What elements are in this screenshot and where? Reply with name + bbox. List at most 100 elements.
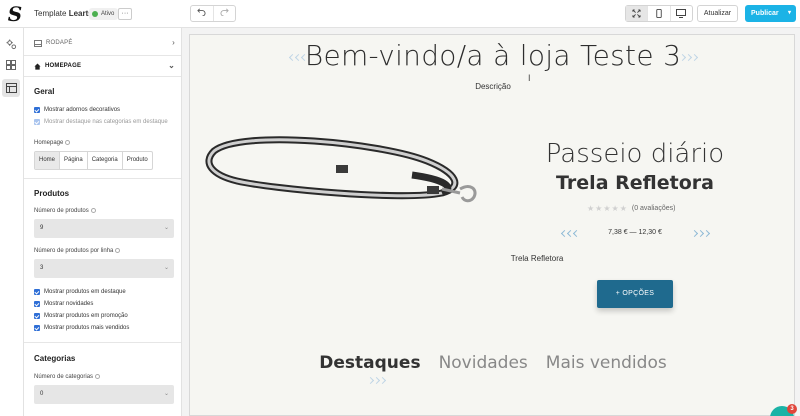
- publish-button[interactable]: Publicar ▾: [745, 5, 796, 22]
- update-button[interactable]: Atualizar: [697, 5, 738, 22]
- home-icon: [34, 62, 41, 70]
- chevron-down-icon[interactable]: ▾: [788, 5, 791, 22]
- more-options-button[interactable]: ···: [118, 8, 132, 20]
- product-count-label-text: Número de produtos: [34, 208, 89, 215]
- star-icon: ★: [587, 204, 595, 213]
- checkbox-checked-icon[interactable]: [34, 119, 40, 125]
- product-description-row: Trela Refletora: [190, 254, 794, 263]
- category-count-label: Número de categorias: [34, 374, 101, 381]
- hero-title[interactable]: Bem-vindo/a à loja Teste 3: [190, 39, 794, 72]
- category-count-select[interactable]: 0 ⌄: [34, 385, 174, 404]
- star-icon: ★: [595, 204, 603, 213]
- product-price: 7,38 € — 12,30 €: [608, 229, 662, 236]
- checkbox-promo-products[interactable]: Mostrar produtos em promoção: [34, 311, 128, 321]
- product-count-label: Número de produtos: [34, 208, 96, 214]
- device-switcher: [625, 5, 693, 22]
- segment-produto[interactable]: Produto: [121, 152, 152, 169]
- fullscreen-icon[interactable]: [626, 6, 648, 21]
- product-image[interactable]: [202, 131, 492, 221]
- history-controls: [190, 5, 236, 22]
- product-options-button[interactable]: + OPÇÕES: [597, 280, 673, 308]
- app-logo[interactable]: S: [4, 3, 26, 25]
- info-icon[interactable]: [90, 208, 96, 213]
- checkbox-decorative-adornments[interactable]: Mostrar adornos decorativos: [34, 105, 120, 115]
- hero-description[interactable]: Descrição: [190, 82, 794, 91]
- homepage-label-text: Homepage: [34, 140, 64, 147]
- checkbox-checked-icon[interactable]: [34, 107, 40, 113]
- product-category[interactable]: Passeio diário: [520, 138, 750, 170]
- chevron-down-icon: ⌄: [163, 265, 169, 271]
- divider: [24, 178, 181, 179]
- product-rating: ★ ★ ★ ★ ★ (0 avaliações): [587, 204, 675, 213]
- publish-label: Publicar: [751, 10, 779, 17]
- decorative-chevrons-icon: [366, 376, 387, 385]
- store-preview: Bem-vindo/a à loja Teste 3 I Descrição P…: [189, 34, 795, 416]
- layout-icon[interactable]: [2, 56, 20, 74]
- section-title-categorias: Categorias: [34, 354, 76, 363]
- product-count-select[interactable]: 9 ⌄: [34, 219, 174, 238]
- divider: [24, 76, 181, 77]
- checkbox-checked-icon[interactable]: [34, 289, 40, 295]
- segment-categoria[interactable]: Categoria: [86, 152, 122, 169]
- checkbox-checked-icon[interactable]: [34, 325, 40, 331]
- footer-icon: [34, 39, 42, 47]
- checkbox-checked-icon[interactable]: [34, 313, 40, 319]
- homepage-section-header[interactable]: Homepage ⌄: [24, 56, 181, 76]
- tab-destaques[interactable]: Destaques: [319, 353, 420, 373]
- segment-home[interactable]: Home: [35, 152, 60, 169]
- top-bar: S Template Learts Ativo ··· Atualizar Pu…: [0, 0, 800, 28]
- chevron-down-icon: ⌄: [163, 391, 169, 397]
- mobile-icon[interactable]: [647, 6, 669, 21]
- checkbox-label: Mostrar novidades: [44, 301, 94, 307]
- products-per-line-value: 3: [40, 265, 44, 271]
- section-title-geral: Geral: [34, 87, 55, 96]
- homepage-field-label: Homepage: [34, 140, 71, 147]
- info-icon[interactable]: [65, 140, 71, 145]
- redo-icon[interactable]: [212, 6, 236, 21]
- checkbox-new-products[interactable]: Mostrar novidades: [34, 299, 93, 309]
- section-title-produtos: Produtos: [34, 189, 70, 198]
- template-title: Template Learts: [34, 9, 93, 18]
- checkbox-featured-categories[interactable]: Mostrar destaque nas categorias em desta…: [34, 117, 168, 127]
- checkbox-featured-products[interactable]: Mostrar produtos em destaque: [34, 287, 126, 297]
- settings-sidebar: Rodapé › Homepage ⌄ Geral Mostrar adorno…: [24, 28, 182, 416]
- homepage-section-label: Homepage: [45, 63, 82, 69]
- homepage-segmented-control: Home Página Categoria Produto: [34, 151, 153, 170]
- sections-icon[interactable]: [2, 79, 20, 97]
- checkbox-label: Mostrar produtos mais vendidos: [44, 325, 130, 331]
- template-prefix: Template: [34, 9, 67, 18]
- review-count[interactable]: (0 avaliações): [632, 205, 676, 212]
- chevron-down-icon: ⌄: [168, 61, 175, 70]
- products-per-line-label: Número de produtos por linha: [34, 248, 121, 255]
- category-count-label-text: Número de categorias: [34, 374, 94, 381]
- info-icon[interactable]: [115, 248, 121, 253]
- products-per-line-label-text: Número de produtos por linha: [34, 248, 114, 255]
- checkbox-label: Mostrar destaque nas categorias em desta…: [44, 119, 168, 125]
- icon-rail: [0, 28, 24, 416]
- notification-badge: 3: [787, 404, 797, 414]
- tab-mais-vendidos[interactable]: Mais vendidos: [546, 353, 667, 373]
- footer-section-header[interactable]: Rodapé ›: [24, 33, 181, 53]
- product-description: Trela Refletora: [510, 254, 564, 263]
- products-per-line-select[interactable]: 3 ⌄: [34, 259, 174, 278]
- checkbox-label: Mostrar produtos em promoção: [44, 313, 128, 319]
- category-count-value: 0: [40, 391, 44, 397]
- star-icon: ★: [619, 204, 627, 213]
- undo-icon[interactable]: [191, 6, 213, 21]
- product-info: Passeio diário Trela Refletora: [520, 138, 750, 194]
- chevron-right-icon: ›: [172, 38, 175, 47]
- status-dot-icon: [92, 11, 98, 17]
- info-icon[interactable]: [95, 374, 101, 379]
- checkbox-label: Mostrar adornos decorativos: [44, 107, 121, 113]
- desktop-icon[interactable]: [669, 6, 692, 21]
- segment-pagina[interactable]: Página: [59, 152, 87, 169]
- checkbox-checked-icon[interactable]: [34, 301, 40, 307]
- checkbox-best-sellers[interactable]: Mostrar produtos mais vendidos: [34, 323, 129, 333]
- star-icon: ★: [611, 204, 619, 213]
- status-label: Ativo: [101, 11, 115, 17]
- status-badge: Ativo: [89, 8, 119, 20]
- product-name[interactable]: Trela Refletora: [520, 172, 750, 194]
- settings-icon[interactable]: [2, 35, 20, 53]
- footer-section-label: Rodapé: [46, 40, 73, 46]
- tab-novidades[interactable]: Novidades: [439, 353, 528, 373]
